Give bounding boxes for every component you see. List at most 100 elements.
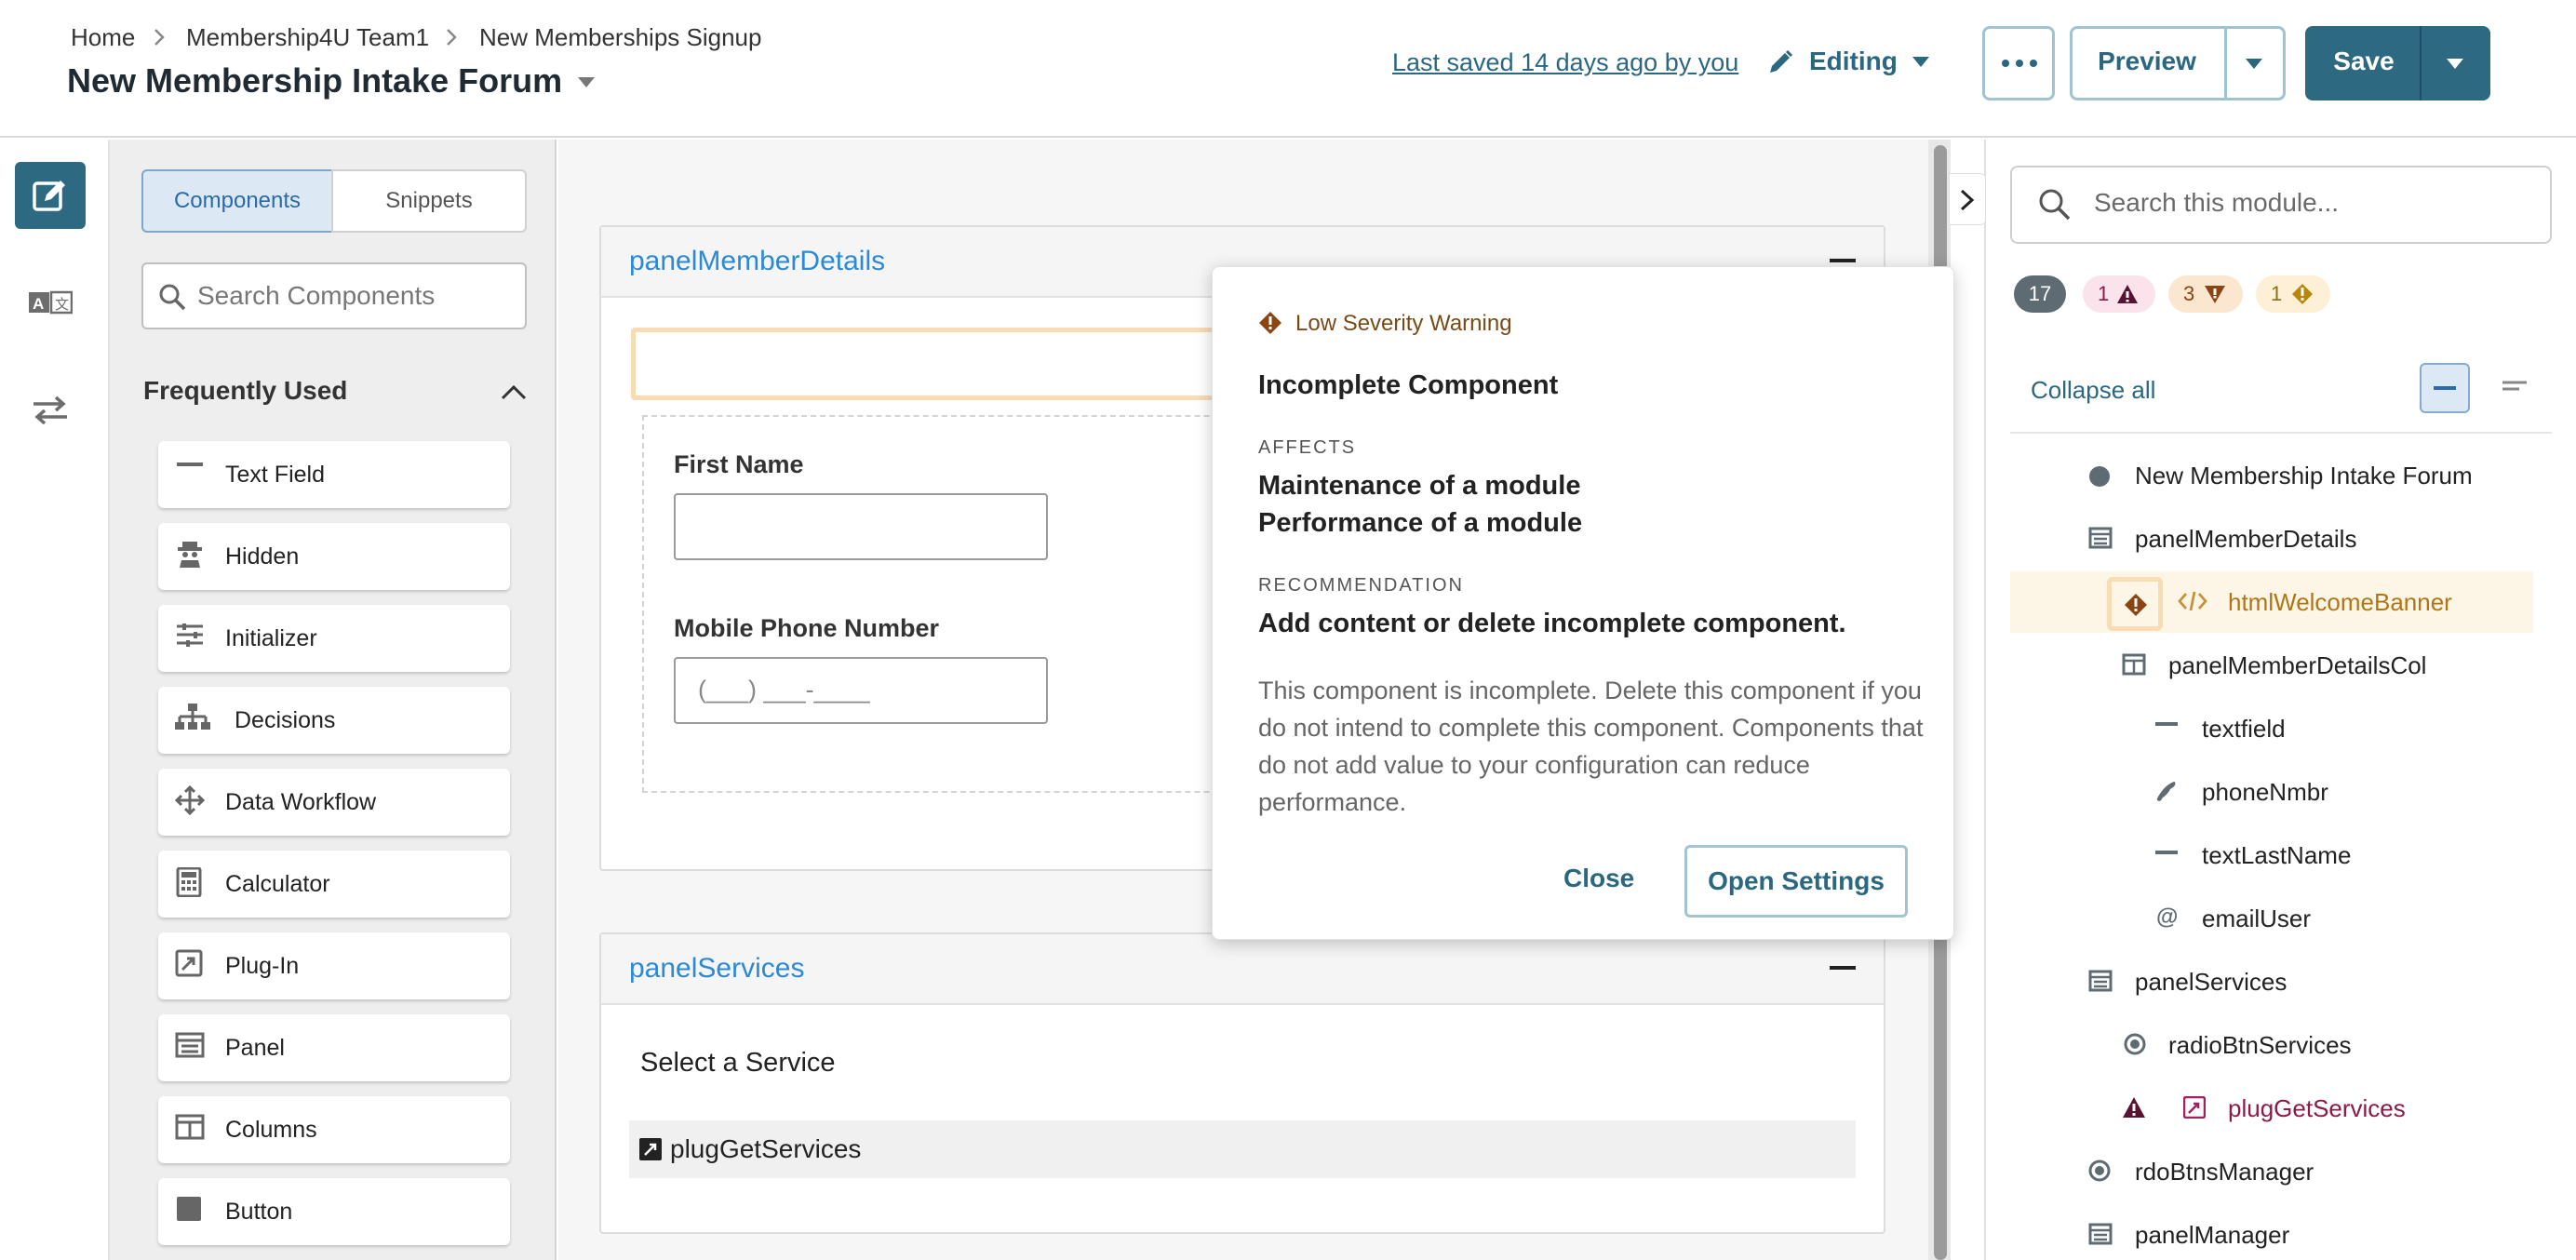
save-dropdown-caret-icon[interactable] [2446, 58, 2464, 71]
tree-item-panel-services[interactable]: panelServices [2135, 968, 2287, 997]
tree-item-textfield[interactable]: textfield [2202, 715, 2286, 744]
component-label: Plug-In [225, 953, 300, 979]
translate-icon[interactable]: A 文 [28, 290, 73, 316]
first-name-label: First Name [674, 450, 804, 478]
collapse-icon[interactable] [1830, 259, 1856, 262]
affects-label: AFFECTS [1258, 437, 1357, 458]
tree-item-html-welcome-banner[interactable]: htmlWelcomeBanner [2228, 588, 2452, 617]
tab-snippets[interactable]: Snippets [331, 169, 527, 233]
panel-toggle-button[interactable] [1949, 173, 1986, 225]
tree-item-form[interactable]: New Membership Intake Forum [2135, 462, 2473, 490]
low-warning-diamond-icon [2292, 284, 2313, 304]
low-severity-badge[interactable]: 1 [2256, 275, 2330, 313]
select-service-label: Select a Service [640, 1048, 836, 1078]
component-decisions[interactable]: Decisions [158, 687, 510, 754]
component-label: Initializer [225, 625, 317, 651]
tree-item-rdo-btns-manager[interactable]: rdoBtnsManager [2135, 1158, 2314, 1186]
more-options-button[interactable] [1982, 26, 2055, 101]
save-button[interactable]: Save [2305, 47, 2422, 76]
caret-down-icon[interactable] [1912, 56, 1930, 69]
svg-text:A: A [33, 295, 44, 313]
component-hidden[interactable]: Hidden [158, 523, 510, 590]
first-name-input[interactable] [674, 493, 1048, 560]
panel-icon [2088, 970, 2113, 992]
component-label: Panel [225, 1035, 285, 1061]
last-saved-link[interactable]: Last saved 14 days ago by you [1392, 48, 1738, 77]
component-columns[interactable]: Columns [158, 1096, 510, 1163]
recommendation-text: Add content or delete incomplete compone… [1258, 609, 1846, 638]
panel-services[interactable]: panelServices [599, 932, 1885, 1234]
calculator-icon [176, 867, 202, 897]
collapse-icon[interactable] [1830, 966, 1856, 970]
component-calculator[interactable]: Calculator [158, 851, 510, 918]
text-field-icon [2155, 851, 2178, 854]
component-panel[interactable]: Panel [158, 1014, 510, 1081]
tree-item-plug-get-services[interactable]: plugGetServices [2228, 1094, 2406, 1123]
chevron-right-icon [154, 29, 165, 46]
component-label: Hidden [225, 543, 300, 570]
tree-item-columns[interactable]: panelMemberDetailsCol [2168, 651, 2426, 680]
at-icon: @ [2156, 905, 2178, 929]
text-field-icon [2155, 722, 2178, 726]
phone-placeholder: (___) ___-____ [698, 676, 870, 704]
divider [2420, 26, 2422, 101]
tree-item-radio-services[interactable]: radioBtnServices [2168, 1031, 2352, 1060]
component-initializer[interactable]: Initializer [158, 605, 510, 672]
tree-item-phone[interactable]: phoneNmbr [2202, 778, 2328, 807]
tree-item-panel-member-details[interactable]: panelMemberDetails [2135, 525, 2356, 554]
affects-item: Performance of a module [1258, 508, 1583, 538]
radio-icon [2124, 1033, 2146, 1055]
low-warning-diamond-icon [2125, 594, 2147, 616]
caret-down-icon[interactable] [577, 76, 596, 89]
filter-lines-icon[interactable] [2502, 380, 2528, 396]
popover-title: Incomplete Component [1258, 370, 1559, 400]
edit-icon [33, 181, 65, 211]
component-data-workflow[interactable]: Data Workflow [158, 769, 510, 836]
text-field-icon [177, 462, 203, 466]
chevron-right-icon [1960, 189, 1975, 211]
badge-count: 3 [2183, 282, 2195, 305]
decisions-icon [175, 704, 210, 730]
component-label: Data Workflow [225, 789, 377, 815]
section-title-frequently-used: Frequently Used [143, 376, 348, 405]
svg-text:文: 文 [55, 297, 69, 313]
component-button[interactable]: Button [158, 1178, 510, 1245]
tree-item-email[interactable]: emailUser [2202, 905, 2311, 933]
medium-warning-shield-icon [2205, 286, 2225, 303]
preview-dropdown-caret-icon[interactable] [2245, 58, 2263, 71]
breadcrumb-team[interactable]: Membership4U Team1 [186, 23, 429, 52]
tab-components[interactable]: Components [141, 169, 333, 233]
plug-in-icon [2183, 1096, 2206, 1119]
affects-item: Maintenance of a module [1258, 471, 1581, 501]
low-warning-indicator[interactable] [2107, 577, 2163, 631]
collapse-tree-button[interactable] [2420, 363, 2470, 413]
rail-edit-button[interactable] [15, 162, 86, 229]
editing-mode-label[interactable]: Editing [1809, 47, 1898, 76]
swap-icon[interactable] [32, 395, 69, 424]
pencil-icon [1770, 49, 1793, 73]
breadcrumb-signup[interactable]: New Memberships Signup [479, 23, 761, 52]
tree-item-panel-manager[interactable]: panelManager [2135, 1221, 2289, 1250]
form-dot-icon [2089, 466, 2110, 487]
high-severity-badge[interactable]: 1 [2083, 275, 2155, 313]
ellipsis-icon [2002, 60, 2037, 67]
panel-icon [2088, 527, 2113, 549]
collapse-all-link[interactable]: Collapse all [2031, 376, 2155, 405]
data-workflow-icon [175, 785, 205, 815]
panel-header: panelServices [601, 934, 1884, 1005]
low-warning-diamond-icon [1259, 312, 1281, 334]
divider [2224, 28, 2227, 99]
html-code-icon [2178, 591, 2207, 611]
component-plug-in[interactable]: Plug-In [158, 932, 510, 999]
tree-item-text-last-name[interactable]: textLastName [2202, 841, 2351, 870]
total-issues-badge[interactable]: 17 [2014, 275, 2066, 313]
close-button[interactable]: Close [1563, 864, 1634, 893]
component-text-field[interactable]: Text Field [158, 441, 510, 508]
chevron-up-icon[interactable] [501, 383, 527, 400]
high-warning-triangle-icon[interactable] [2122, 1096, 2146, 1119]
open-settings-button[interactable]: Open Settings [1684, 845, 1908, 918]
breadcrumb-home[interactable]: Home [71, 23, 135, 52]
medium-severity-badge[interactable]: 3 [2168, 275, 2243, 313]
preview-button[interactable]: Preview [2070, 47, 2224, 76]
radio-icon [2088, 1159, 2111, 1182]
